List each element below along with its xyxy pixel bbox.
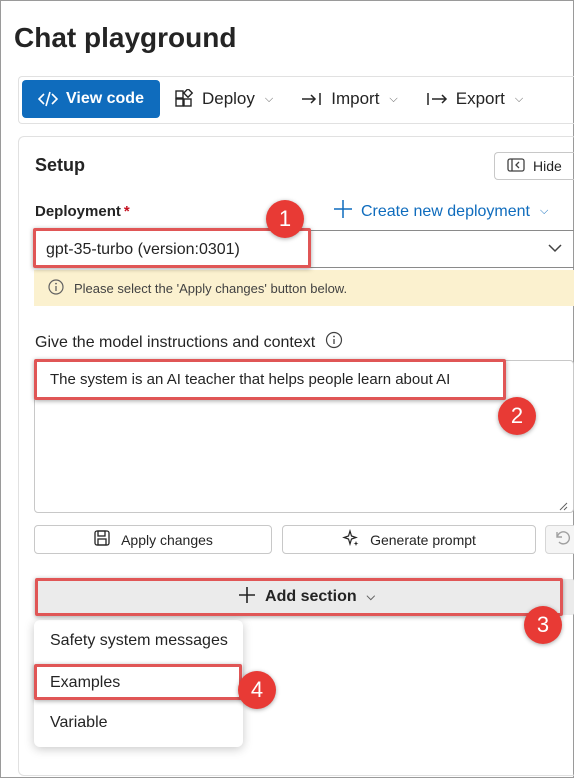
code-icon	[38, 91, 58, 107]
sparkle-icon	[342, 528, 360, 550]
deploy-button[interactable]: Deploy ⌵	[160, 80, 287, 118]
deployment-label-text: Deployment	[35, 203, 121, 220]
info-icon	[48, 278, 64, 298]
export-button[interactable]: Export ⌵	[412, 80, 537, 118]
instructions-label: Give the model instructions and context	[35, 331, 343, 354]
import-icon	[301, 91, 323, 107]
step-badge-1: 1	[266, 200, 304, 238]
highlight-instructions	[34, 359, 506, 400]
save-icon	[93, 529, 111, 550]
page-title: Chat playground	[14, 22, 237, 53]
highlight-deployment	[33, 228, 311, 268]
hide-button[interactable]: Hide	[494, 152, 574, 180]
highlight-add-section	[35, 578, 563, 616]
instructions-label-text: Give the model instructions and context	[35, 333, 316, 351]
warning-banner: Please select the 'Apply changes' button…	[34, 270, 574, 306]
highlight-examples	[34, 664, 242, 700]
hide-label: Hide	[533, 158, 562, 174]
setup-title: Setup	[35, 155, 86, 175]
create-new-deployment-label: Create new deployment	[361, 202, 530, 220]
view-code-label: View code	[66, 90, 144, 107]
panel-collapse-icon	[507, 157, 525, 175]
toolbar: View code Deploy ⌵ Import ⌵ Export ⌵	[22, 80, 537, 118]
import-label: Import	[331, 89, 380, 108]
generate-prompt-label: Generate prompt	[370, 531, 476, 548]
deployment-label: Deployment *	[35, 203, 130, 220]
view-code-button[interactable]: View code	[22, 80, 160, 118]
undo-button[interactable]	[545, 525, 574, 554]
required-mark: *	[123, 203, 130, 220]
step-badge-4: 4	[238, 671, 276, 709]
export-icon	[426, 91, 448, 107]
create-new-deployment-link[interactable]: Create new deployment ⌵	[333, 199, 548, 224]
warning-text: Please select the 'Apply changes' button…	[74, 280, 348, 296]
apply-changes-label: Apply changes	[121, 531, 213, 548]
apply-changes-button[interactable]: Apply changes	[34, 525, 272, 554]
import-button[interactable]: Import ⌵	[287, 80, 412, 118]
info-icon[interactable]	[325, 331, 343, 354]
plus-icon	[333, 199, 353, 224]
resize-handle-icon[interactable]	[558, 498, 568, 516]
export-label: Export	[455, 89, 505, 108]
menu-item-safety-system-messages[interactable]: Safety system messages	[50, 632, 228, 650]
step-badge-2: 2	[498, 397, 536, 435]
generate-prompt-button[interactable]: Generate prompt	[282, 525, 536, 554]
chevron-down-icon: ⌵	[514, 92, 524, 105]
deploy-icon	[174, 89, 194, 109]
chevron-down-icon: ⌵	[264, 92, 274, 105]
chevron-down-icon	[547, 240, 563, 261]
deploy-label: Deploy	[201, 89, 255, 108]
menu-item-variable[interactable]: Variable	[50, 714, 108, 732]
chevron-down-icon: ⌵	[389, 92, 398, 105]
step-badge-3: 3	[524, 606, 562, 644]
undo-icon	[553, 528, 571, 551]
chevron-down-icon: ⌵	[539, 205, 549, 217]
